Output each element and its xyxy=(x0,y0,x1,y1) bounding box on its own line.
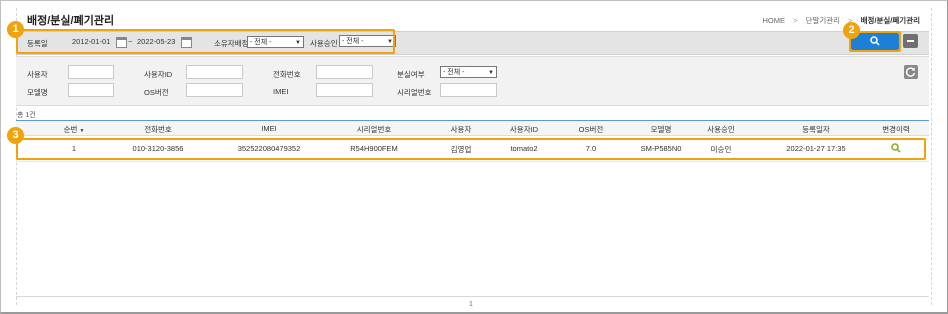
badge-2: 2 xyxy=(843,22,860,39)
collapse-button[interactable] xyxy=(903,34,918,48)
phone-input[interactable] xyxy=(316,65,373,79)
serial-label: 시리얼번호 xyxy=(397,88,432,97)
highlight-box-3 xyxy=(16,138,926,160)
os-input[interactable] xyxy=(186,83,243,97)
column-header-index[interactable]: 순번 ▼ xyxy=(54,124,94,135)
total-count: 총 1건 xyxy=(17,112,36,119)
highlight-box-1 xyxy=(16,29,395,54)
refresh-icon xyxy=(905,67,916,77)
serial-input[interactable] xyxy=(440,83,497,97)
refresh-button[interactable] xyxy=(904,65,918,79)
pagination-page-1[interactable]: 1 xyxy=(469,301,473,308)
table-header: 순번 ▼ 전화번호 IMEI 시리얼번호 사용자 사용자ID OS버전 모델명 … xyxy=(16,120,929,136)
breadcrumb-home[interactable]: HOME xyxy=(762,16,785,25)
imei-label: IMEI xyxy=(273,87,289,96)
column-header-serial: 시리얼번호 xyxy=(356,125,392,134)
badge-3: 3 xyxy=(7,127,24,144)
userid-input[interactable] xyxy=(186,65,243,79)
row-divider xyxy=(16,161,929,162)
sort-down-icon[interactable]: ▼ xyxy=(79,128,84,134)
column-header-user: 사용자 xyxy=(450,125,472,134)
os-label: OS버전 xyxy=(144,88,169,97)
breadcrumb-separator: > xyxy=(793,16,798,25)
model-input[interactable] xyxy=(68,83,114,97)
user-input[interactable] xyxy=(68,65,114,79)
column-header-regdate: 등록일자 xyxy=(802,125,830,134)
detail-filter-panel xyxy=(16,56,929,106)
phone-label: 전화번호 xyxy=(273,70,301,79)
breadcrumb: HOME > 단말기관리 > 배정/분실/폐기관리 xyxy=(762,15,920,26)
model-label: 모델명 xyxy=(27,88,48,97)
lost-label: 분실여부 xyxy=(397,70,425,79)
column-header-history: 변경이력 xyxy=(882,125,910,134)
breadcrumb-current: 배정/분실/폐기관리 xyxy=(860,16,920,25)
column-header-approval: 사용승인 xyxy=(707,125,735,134)
column-header-userid: 사용자ID xyxy=(509,125,539,134)
imei-input[interactable] xyxy=(316,83,373,97)
column-header-phone: 전화번호 xyxy=(144,125,172,134)
page-title: 배정/분실/폐기관리 xyxy=(27,15,115,27)
column-header-os: OS버전 xyxy=(578,125,604,134)
pagination-divider xyxy=(16,296,929,297)
lost-select[interactable]: - 전체 - ▼ xyxy=(440,66,497,78)
badge-1: 1 xyxy=(7,21,24,38)
chevron-down-icon: ▼ xyxy=(488,70,494,76)
user-label: 사용자 xyxy=(27,70,48,79)
userid-label: 사용자ID xyxy=(144,70,173,79)
column-header-model: 모델명 xyxy=(650,125,672,134)
breadcrumb-device[interactable]: 단말기관리 xyxy=(806,15,841,26)
column-header-imei: IMEI xyxy=(261,124,277,133)
lost-value: - 전체 - xyxy=(443,69,465,76)
